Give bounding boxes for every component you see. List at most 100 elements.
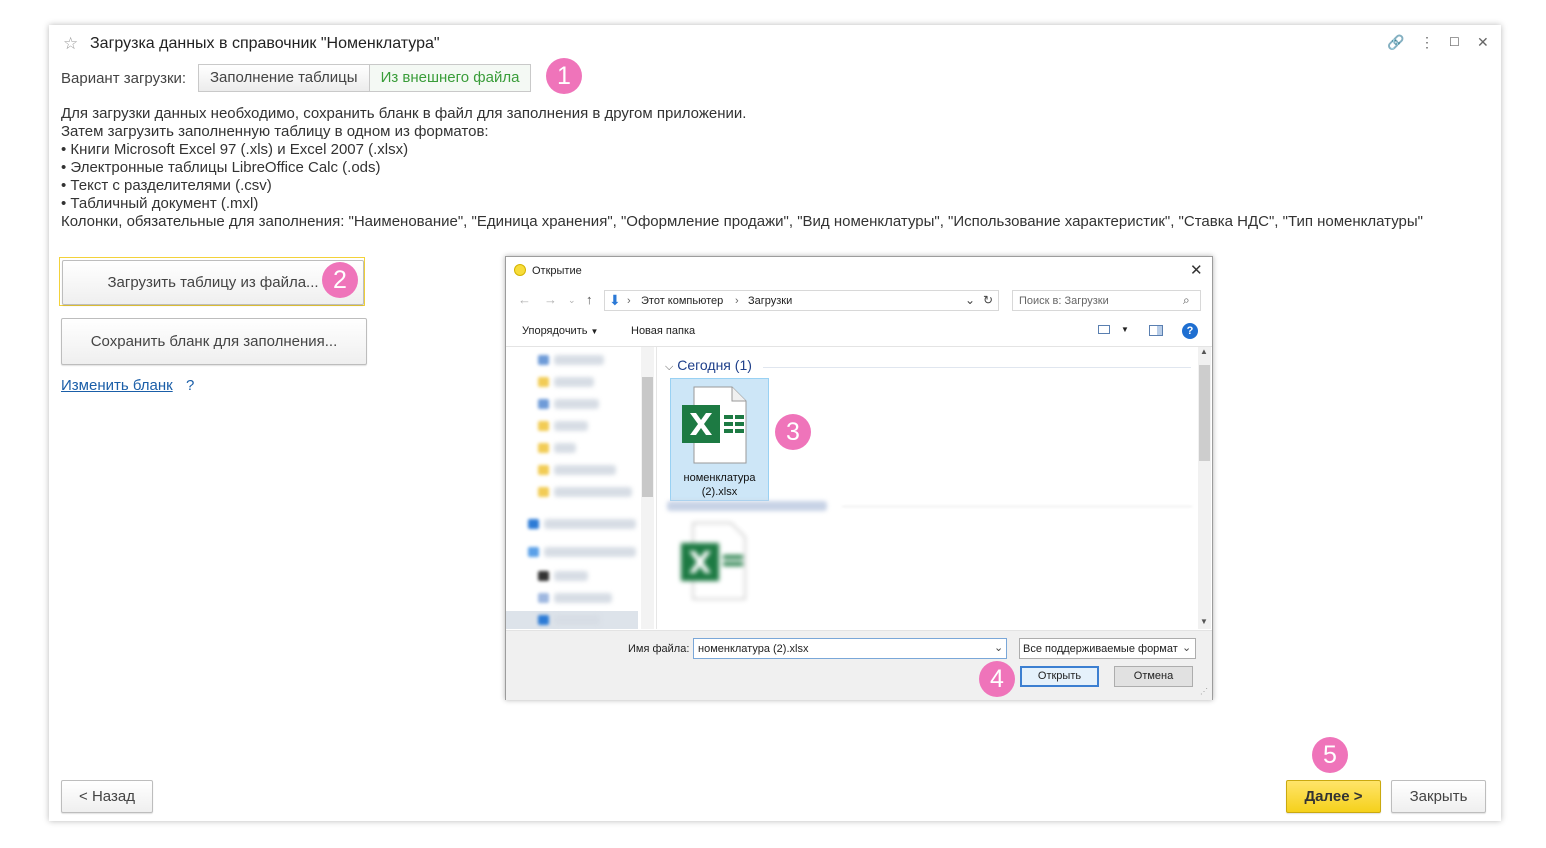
search-box[interactable]: Поиск в: Загрузки ⌕: [1012, 290, 1201, 311]
change-template-link[interactable]: Изменить бланк: [61, 377, 173, 394]
instructions-text: Для загрузки данных необходимо, сохранит…: [61, 105, 1423, 231]
nav-item[interactable]: [554, 571, 588, 581]
group-header-label: Сегодня (1): [677, 357, 752, 373]
window-title: Загрузка данных в справочник "Номенклату…: [90, 35, 440, 52]
cancel-button[interactable]: Отмена: [1114, 666, 1193, 687]
nav-scrollbar[interactable]: [641, 347, 654, 629]
favorite-star-icon[interactable]: ☆: [63, 34, 78, 54]
resize-grip-icon[interactable]: ⋰: [1200, 687, 1208, 696]
nav-item[interactable]: [554, 487, 632, 497]
address-bar[interactable]: ⬇ › Этот компьютер › Загрузки ⌄ ↻: [604, 290, 999, 311]
nav-item[interactable]: [554, 421, 588, 431]
more-menu-icon[interactable]: ⋮: [1420, 34, 1434, 51]
up-arrow-icon[interactable]: ↑: [586, 292, 593, 307]
dialog-title: Открытие: [532, 265, 582, 277]
nav-folder-icon: [538, 571, 549, 581]
save-template-button[interactable]: Сохранить бланк для заполнения...: [61, 318, 367, 365]
downloads-arrow-icon: ⬇: [609, 292, 621, 308]
nav-item[interactable]: [554, 399, 599, 409]
scroll-down-icon[interactable]: ▼: [1200, 617, 1208, 626]
file-name-label: номенклатура (2).xlsx: [671, 471, 768, 499]
dialog-bottom-panel: Имя файла: номенклатура (2).xlsx ⌄ Все п…: [506, 630, 1212, 700]
load-table-from-file-button[interactable]: Загрузить таблицу из файла...: [62, 260, 364, 305]
close-button[interactable]: Закрыть: [1391, 780, 1486, 813]
nav-folder-icon: [538, 593, 549, 603]
excel-file-icon: [682, 386, 747, 464]
file-type-select[interactable]: Все поддерживаемые формат ⌄: [1019, 638, 1196, 659]
path-separator-icon: ›: [627, 295, 631, 307]
organize-dropdown-icon: ▼: [590, 327, 599, 336]
variant-external-file-button[interactable]: Из внешнего файла: [369, 64, 532, 92]
instructions-line: Затем загрузить заполненную таблицу в од…: [61, 123, 489, 140]
step-badge-2: 2: [322, 262, 358, 298]
help-link[interactable]: ?: [186, 377, 194, 394]
open-button[interactable]: Открыть: [1020, 666, 1099, 687]
nav-folder-icon: [538, 615, 549, 625]
instructions-line: • Книги Microsoft Excel 97 (.xls) и Exce…: [61, 141, 409, 158]
organize-label: Упорядочить: [522, 325, 588, 337]
nav-folder-icon: [538, 421, 549, 431]
view-options-icon[interactable]: [1098, 325, 1110, 334]
help-icon[interactable]: ?: [1182, 323, 1198, 339]
step-badge-4: 4: [979, 661, 1015, 697]
nav-item[interactable]: [554, 615, 600, 625]
group-header-today[interactable]: ⌵ Сегодня (1): [665, 357, 752, 374]
step-badge-3: 3: [775, 414, 811, 450]
breadcrumb-downloads[interactable]: Загрузки: [748, 295, 792, 307]
file-list-scrollbar-thumb[interactable]: [1199, 365, 1210, 461]
link-icon[interactable]: 🔗: [1387, 34, 1404, 51]
next-button[interactable]: Далее >: [1286, 780, 1381, 813]
step-badge-5: 5: [1312, 737, 1348, 773]
preview-pane-icon[interactable]: [1149, 325, 1163, 336]
group-divider: [763, 367, 1191, 368]
instructions-line: • Табличный документ (.mxl): [61, 195, 259, 212]
nav-item[interactable]: [554, 593, 612, 603]
refresh-icon[interactable]: ↻: [983, 293, 993, 307]
filename-value: номенклатура (2).xlsx: [698, 643, 809, 655]
close-icon[interactable]: ✕: [1477, 34, 1489, 51]
variant-toggle: Заполнение таблицы Из внешнего файла: [198, 64, 532, 92]
forward-arrow-icon[interactable]: →: [544, 292, 557, 307]
filename-input[interactable]: номенклатура (2).xlsx ⌄: [693, 638, 1007, 659]
maximize-icon[interactable]: ☐: [1449, 35, 1460, 49]
breadcrumb-this-pc[interactable]: Этот компьютер: [641, 295, 723, 307]
nav-item[interactable]: [544, 547, 636, 557]
nav-item[interactable]: [554, 377, 594, 387]
file-name-line: (2).xlsx: [701, 486, 738, 498]
dialog-close-icon[interactable]: ✕: [1190, 261, 1203, 279]
nav-item[interactable]: [544, 519, 636, 529]
file-item-selected[interactable]: номенклатура (2).xlsx: [670, 378, 769, 501]
back-arrow-icon[interactable]: ←: [518, 292, 531, 307]
nav-computer-icon: [528, 547, 539, 557]
filename-label: Имя файла:: [628, 643, 690, 655]
search-placeholder: Поиск в: Загрузки: [1019, 295, 1109, 307]
nav-item[interactable]: [554, 465, 616, 475]
blurred-group-header: [667, 501, 827, 511]
step-badge-1: 1: [546, 58, 582, 94]
blurred-excel-file-icon[interactable]: [679, 521, 749, 601]
group-divider: [842, 506, 1192, 507]
search-icon: ⌕: [1183, 293, 1190, 307]
instructions-line: • Электронные таблицы LibreOffice Calc (…: [61, 159, 381, 176]
nav-item[interactable]: [554, 443, 576, 453]
address-dropdown-icon[interactable]: ⌄: [965, 293, 975, 307]
dialog-app-icon: [514, 264, 526, 276]
nav-scrollbar-thumb[interactable]: [642, 377, 653, 497]
nav-folder-icon: [538, 443, 549, 453]
filename-dropdown-icon[interactable]: ⌄: [994, 641, 1003, 654]
file-type-value: Все поддерживаемые формат: [1023, 643, 1178, 655]
new-folder-button[interactable]: Новая папка: [631, 325, 695, 337]
nav-item[interactable]: [554, 355, 604, 365]
instructions-line: Колонки, обязательные для заполнения: "Н…: [61, 213, 1423, 230]
navigation-pane[interactable]: [506, 347, 657, 629]
variant-fill-table-button[interactable]: Заполнение таблицы: [198, 64, 370, 92]
organize-menu[interactable]: Упорядочить ▼: [522, 325, 598, 337]
recent-locations-icon[interactable]: ⌄: [568, 295, 576, 306]
file-list-scrollbar[interactable]: ▲ ▼: [1198, 347, 1211, 629]
path-separator-icon: ›: [735, 295, 739, 307]
view-dropdown-icon[interactable]: ▼: [1121, 325, 1129, 334]
file-type-dropdown-icon[interactable]: ⌄: [1182, 641, 1191, 654]
scroll-up-icon[interactable]: ▲: [1200, 347, 1208, 356]
back-button[interactable]: < Назад: [61, 780, 153, 813]
nav-folder-icon: [538, 487, 549, 497]
